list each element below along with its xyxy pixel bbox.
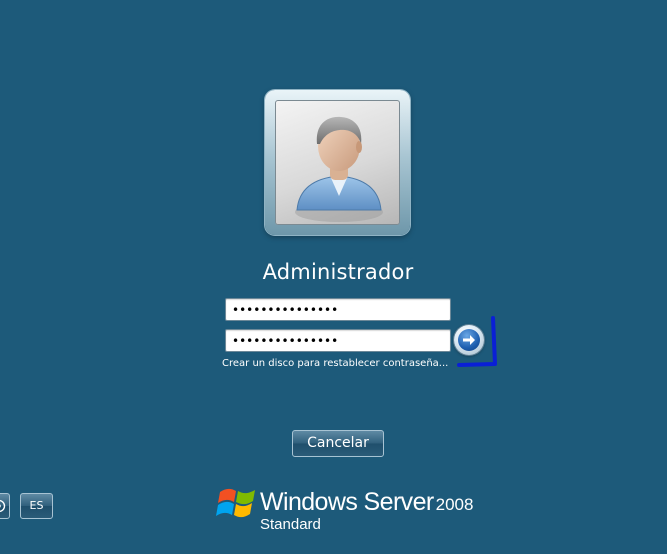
user-tile: [265, 90, 410, 235]
product-edition: Standard: [260, 516, 321, 533]
product-name: Windows Server 2008: [260, 488, 473, 517]
product-text: Windows Server: [260, 488, 434, 516]
password-field[interactable]: [225, 298, 451, 321]
annotation-mark: [457, 316, 497, 367]
language-button[interactable]: ES: [20, 493, 53, 519]
user-name: Administrador: [262, 260, 414, 284]
ease-of-access-button[interactable]: [0, 493, 10, 519]
logon-screen: Administrador Crear un disco para restab…: [0, 0, 667, 554]
windows-flag-logo: [216, 488, 255, 518]
user-avatar-icon: [275, 100, 400, 225]
cancel-button[interactable]: Cancelar: [292, 430, 384, 457]
product-version: 2008: [435, 495, 474, 514]
confirm-password-field[interactable]: [225, 329, 451, 352]
windows-server-logo: Windows Server 2008 Standard: [216, 482, 476, 542]
ease-of-access-icon: [0, 499, 6, 513]
reset-password-link[interactable]: Crear un disco para restablecer contrase…: [222, 358, 448, 369]
